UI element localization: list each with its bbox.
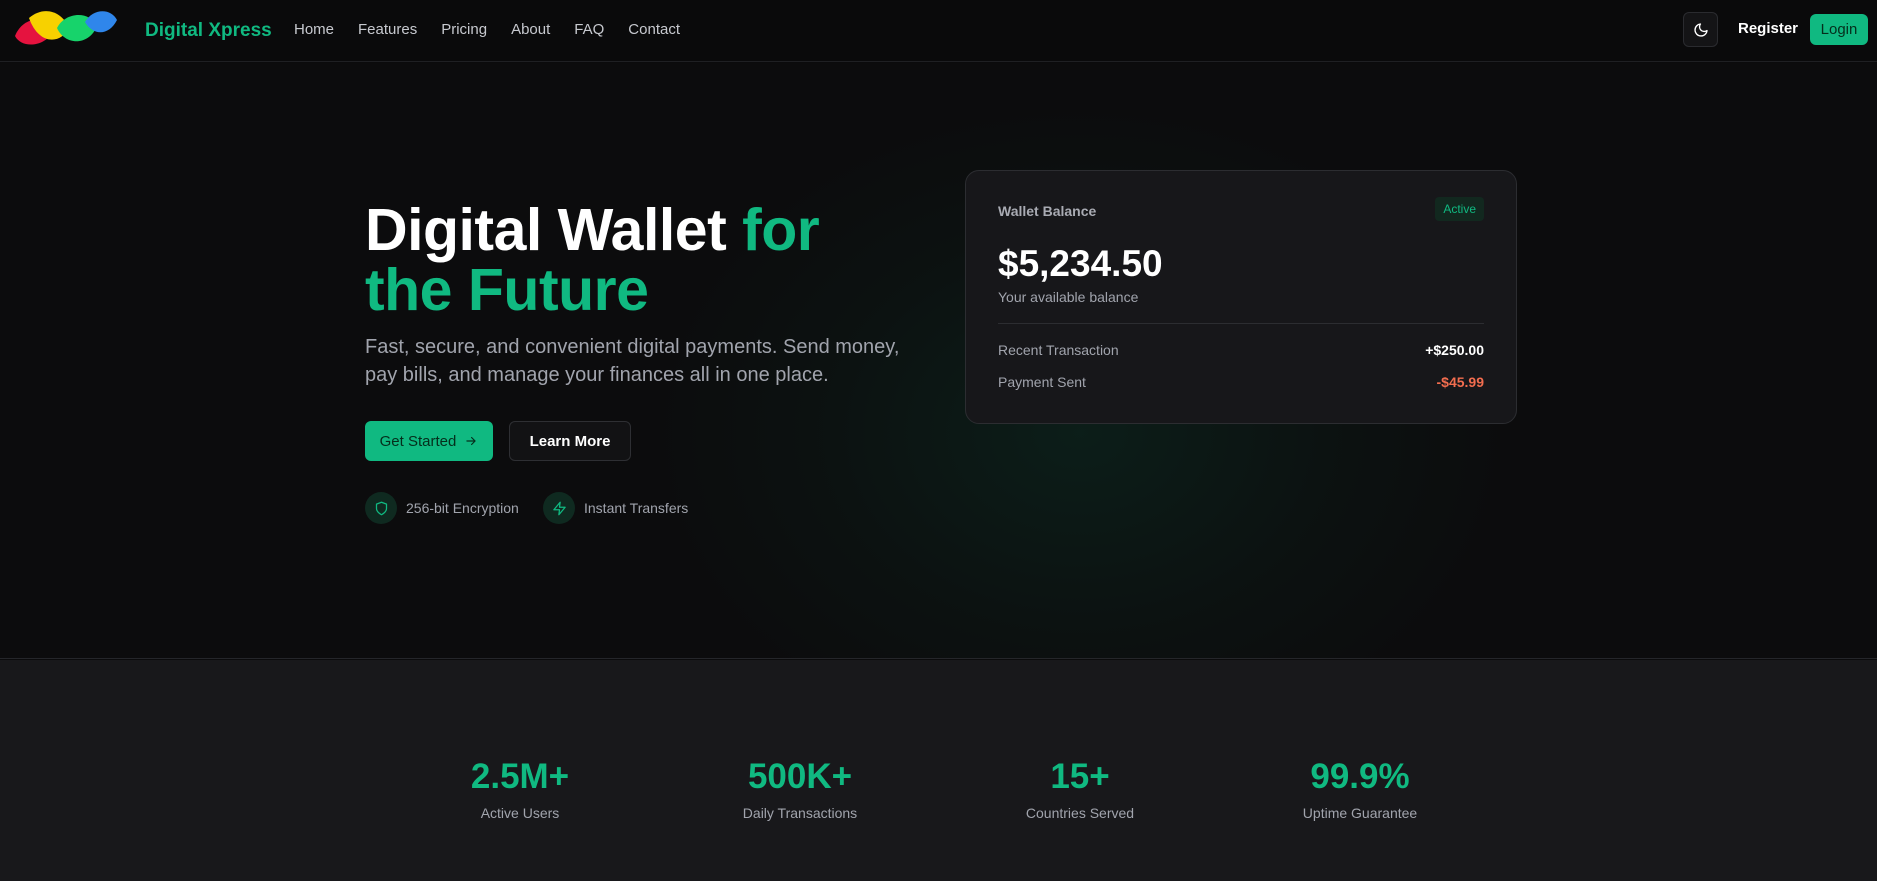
stat-label: Countries Served [1025, 805, 1135, 821]
register-button[interactable]: Register [1738, 20, 1798, 37]
lightning-icon [543, 492, 575, 524]
nav-link-faq[interactable]: FAQ [574, 20, 604, 40]
stat-daily-transactions: 500K+ Daily Transactions [690, 757, 910, 821]
feature-transfers: Instant Transfers [543, 492, 688, 524]
feature-encryption-label: 256-bit Encryption [406, 500, 519, 516]
stat-label: Active Users [480, 805, 560, 821]
hero-section: Digital Wallet for the Future Fast, secu… [0, 63, 1877, 659]
top-navbar: Digital Xpress Home Features Pricing Abo… [0, 0, 1877, 62]
arrow-right-icon [466, 436, 477, 446]
nav-link-features[interactable]: Features [358, 20, 417, 40]
stat-label: Daily Transactions [742, 805, 858, 821]
transaction-row-payment: Payment Sent -$45.99 [998, 374, 1484, 390]
nav-link-home[interactable]: Home [294, 20, 334, 40]
moon-icon [1693, 22, 1708, 37]
transaction-amount: -$45.99 [1436, 374, 1484, 390]
stat-uptime: 99.9% Uptime Guarantee [1250, 757, 1470, 821]
wallet-balance-caption: Your available balance [998, 289, 1139, 305]
nav-link-contact[interactable]: Contact [628, 20, 680, 40]
feature-transfers-label: Instant Transfers [584, 500, 689, 516]
theme-toggle-button[interactable] [1683, 12, 1718, 47]
shield-icon [365, 492, 397, 524]
get-started-label: Get Started [379, 432, 457, 450]
stat-value: 500K+ [747, 757, 853, 796]
wallet-balance-card: Wallet Balance Active $5,234.50 Your ava… [965, 170, 1517, 424]
get-started-button[interactable]: Get Started [365, 421, 493, 461]
nav-link-pricing[interactable]: Pricing [441, 20, 487, 40]
status-badge: Active [1435, 197, 1484, 221]
feature-encryption: 256-bit Encryption [365, 492, 519, 524]
wallet-card-title: Wallet Balance [998, 203, 1097, 219]
transaction-label: Payment Sent [998, 374, 1086, 390]
nav-link-about[interactable]: About [511, 20, 550, 40]
wallet-card-divider [998, 323, 1484, 324]
login-button[interactable]: Login [1810, 14, 1868, 45]
stat-active-users: 2.5M+ Active Users [410, 757, 630, 821]
stat-value: 2.5M+ [470, 757, 570, 796]
brand-logo[interactable] [13, 6, 119, 48]
stat-value: 15+ [1050, 757, 1110, 796]
transaction-row-recent: Recent Transaction +$250.00 [998, 342, 1484, 358]
hero-title: Digital Wallet for the Future [365, 200, 885, 320]
stat-countries-served: 15+ Countries Served [970, 757, 1190, 821]
stat-value: 99.9% [1310, 757, 1410, 796]
hero-subtitle: Fast, secure, and convenient digital pay… [365, 336, 900, 386]
learn-more-button[interactable]: Learn More [509, 421, 631, 461]
wallet-balance-amount: $5,234.50 [998, 243, 1163, 284]
stats-section: 2.5M+ Active Users 500K+ Daily Transacti… [0, 660, 1877, 881]
brand-name[interactable]: Digital Xpress [145, 20, 272, 42]
transaction-label: Recent Transaction [998, 342, 1119, 358]
hero-title-main: Digital Wallet [365, 197, 743, 263]
nav-links: Home Features Pricing About FAQ Contact [294, 20, 704, 40]
transaction-amount: +$250.00 [1425, 342, 1484, 358]
stat-label: Uptime Guarantee [1302, 805, 1418, 821]
